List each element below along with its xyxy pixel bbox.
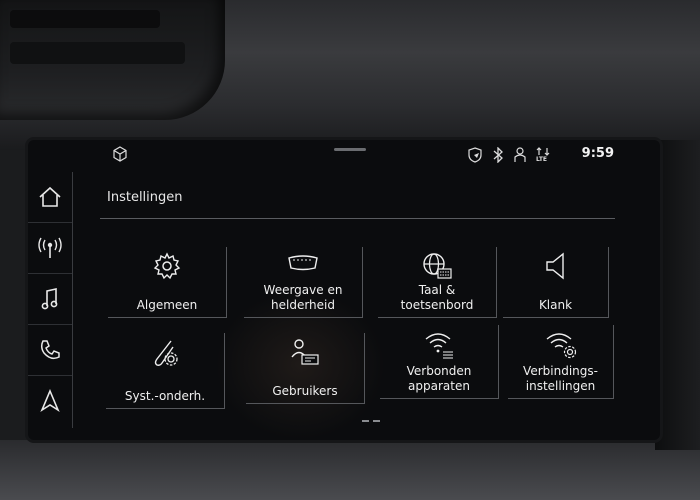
dashboard-lower-trim [0, 440, 700, 500]
page-dot [373, 420, 380, 422]
navigation-arrow-icon [40, 389, 60, 413]
tile-label: instellingen [525, 379, 596, 393]
tile-label: apparaten [408, 379, 470, 393]
pull-down-handle[interactable] [334, 148, 366, 151]
page-title: Instellingen [107, 190, 183, 205]
tile-label: Gebruikers [272, 384, 338, 398]
tile-label: Algemeen [136, 298, 198, 312]
air-vent-slot [10, 42, 185, 64]
music-button[interactable] [28, 274, 72, 325]
radio-button[interactable] [28, 223, 72, 274]
tile-gebruikers[interactable]: Gebruikers [246, 333, 365, 404]
air-vent [0, 0, 225, 120]
title-divider [100, 218, 615, 219]
tile-label: Verbindings- [523, 364, 598, 378]
screen-right-bezel [655, 140, 700, 450]
navigation-button[interactable] [28, 376, 72, 426]
home-icon [39, 186, 61, 207]
display-brightness-icon [288, 255, 318, 271]
wrench-gear-icon [154, 340, 178, 366]
home-button[interactable] [28, 172, 72, 223]
user-icon [514, 147, 526, 162]
status-icons: LTE [467, 147, 552, 163]
cube-icon[interactable] [112, 146, 128, 162]
tile-weergave-en-helderheid[interactable]: Weergave en helderheid [244, 247, 363, 318]
tile-label: Klank [538, 298, 573, 312]
tile-label: Taal & [418, 283, 456, 297]
tile-label: Syst.-onderh. [124, 389, 206, 403]
globe-keyboard-icon [423, 253, 452, 279]
bluetooth-icon [493, 147, 503, 163]
clock: 9:59 [581, 146, 614, 161]
tile-label: toetsenbord [400, 298, 474, 312]
gear-icon [153, 252, 181, 280]
tile-label: helderheid [271, 298, 335, 312]
tile-syst-onderh[interactable]: Syst.-onderh. [106, 333, 225, 409]
page-indicator [362, 420, 380, 422]
tile-label: Verbonden [406, 364, 472, 378]
tile-taal-toetsenbord[interactable]: Taal & toetsenbord [378, 247, 497, 318]
music-note-icon [41, 288, 58, 310]
tile-verbonden-apparaten[interactable]: Verbonden apparaten [380, 325, 499, 399]
air-vent-slot [10, 10, 160, 28]
tile-klank[interactable]: Klank [503, 247, 609, 318]
side-navigation [28, 172, 73, 428]
phone-icon [40, 340, 60, 360]
page-dot [362, 420, 369, 422]
tile-label: Weergave en [263, 283, 343, 297]
phone-button[interactable] [28, 325, 72, 376]
user-card-icon [291, 339, 319, 365]
lte-signal-icon: LTE [536, 147, 552, 163]
wifi-list-icon [425, 333, 453, 359]
navigation-shield-icon [468, 147, 482, 163]
wifi-gear-icon [546, 333, 576, 359]
speaker-icon [545, 252, 564, 280]
lte-label: LTE [536, 156, 548, 163]
status-bar: LTE 9:59 [100, 143, 620, 167]
tile-algemeen[interactable]: Algemeen [108, 247, 227, 318]
tile-verbindings-instellingen[interactable]: Verbindings-instellingen [508, 325, 614, 399]
radio-broadcast-icon [38, 237, 62, 258]
